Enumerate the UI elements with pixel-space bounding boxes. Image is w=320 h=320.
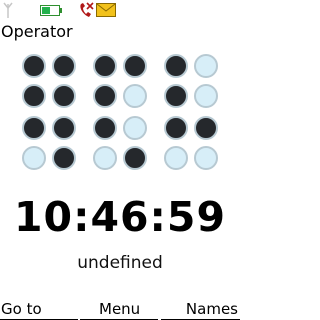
binary-dot (123, 116, 147, 140)
binary-dot (194, 84, 218, 108)
binary-dot (52, 146, 76, 170)
binary-dot (194, 146, 218, 170)
binary-dot (164, 54, 188, 78)
binary-dot (123, 146, 147, 170)
binary-dot (52, 84, 76, 108)
binary-dot (123, 54, 147, 78)
binary-dot (194, 116, 218, 140)
binary-dot (164, 146, 188, 170)
binary-dot (194, 54, 218, 78)
binary-dot (22, 116, 46, 140)
binary-dot (123, 84, 147, 108)
binary-dot (93, 54, 117, 78)
binary-dot (164, 84, 188, 108)
softkey-bar: Go to Menu Names (0, 296, 240, 320)
binary-dot (52, 116, 76, 140)
binary-dot (22, 84, 46, 108)
binary-clock (0, 0, 240, 180)
goto-softkey[interactable]: Go to (1, 299, 42, 319)
names-softkey[interactable]: Names (186, 299, 238, 319)
binary-dot (22, 146, 46, 170)
binary-dot (164, 116, 188, 140)
binary-dot (22, 54, 46, 78)
binary-dot (93, 146, 117, 170)
menu-softkey[interactable]: Menu (99, 299, 140, 319)
date-display: undefined (77, 253, 163, 273)
binary-dot (52, 54, 76, 78)
time-display: 10:46:59 (14, 193, 226, 241)
binary-dot (93, 84, 117, 108)
binary-dot (93, 116, 117, 140)
